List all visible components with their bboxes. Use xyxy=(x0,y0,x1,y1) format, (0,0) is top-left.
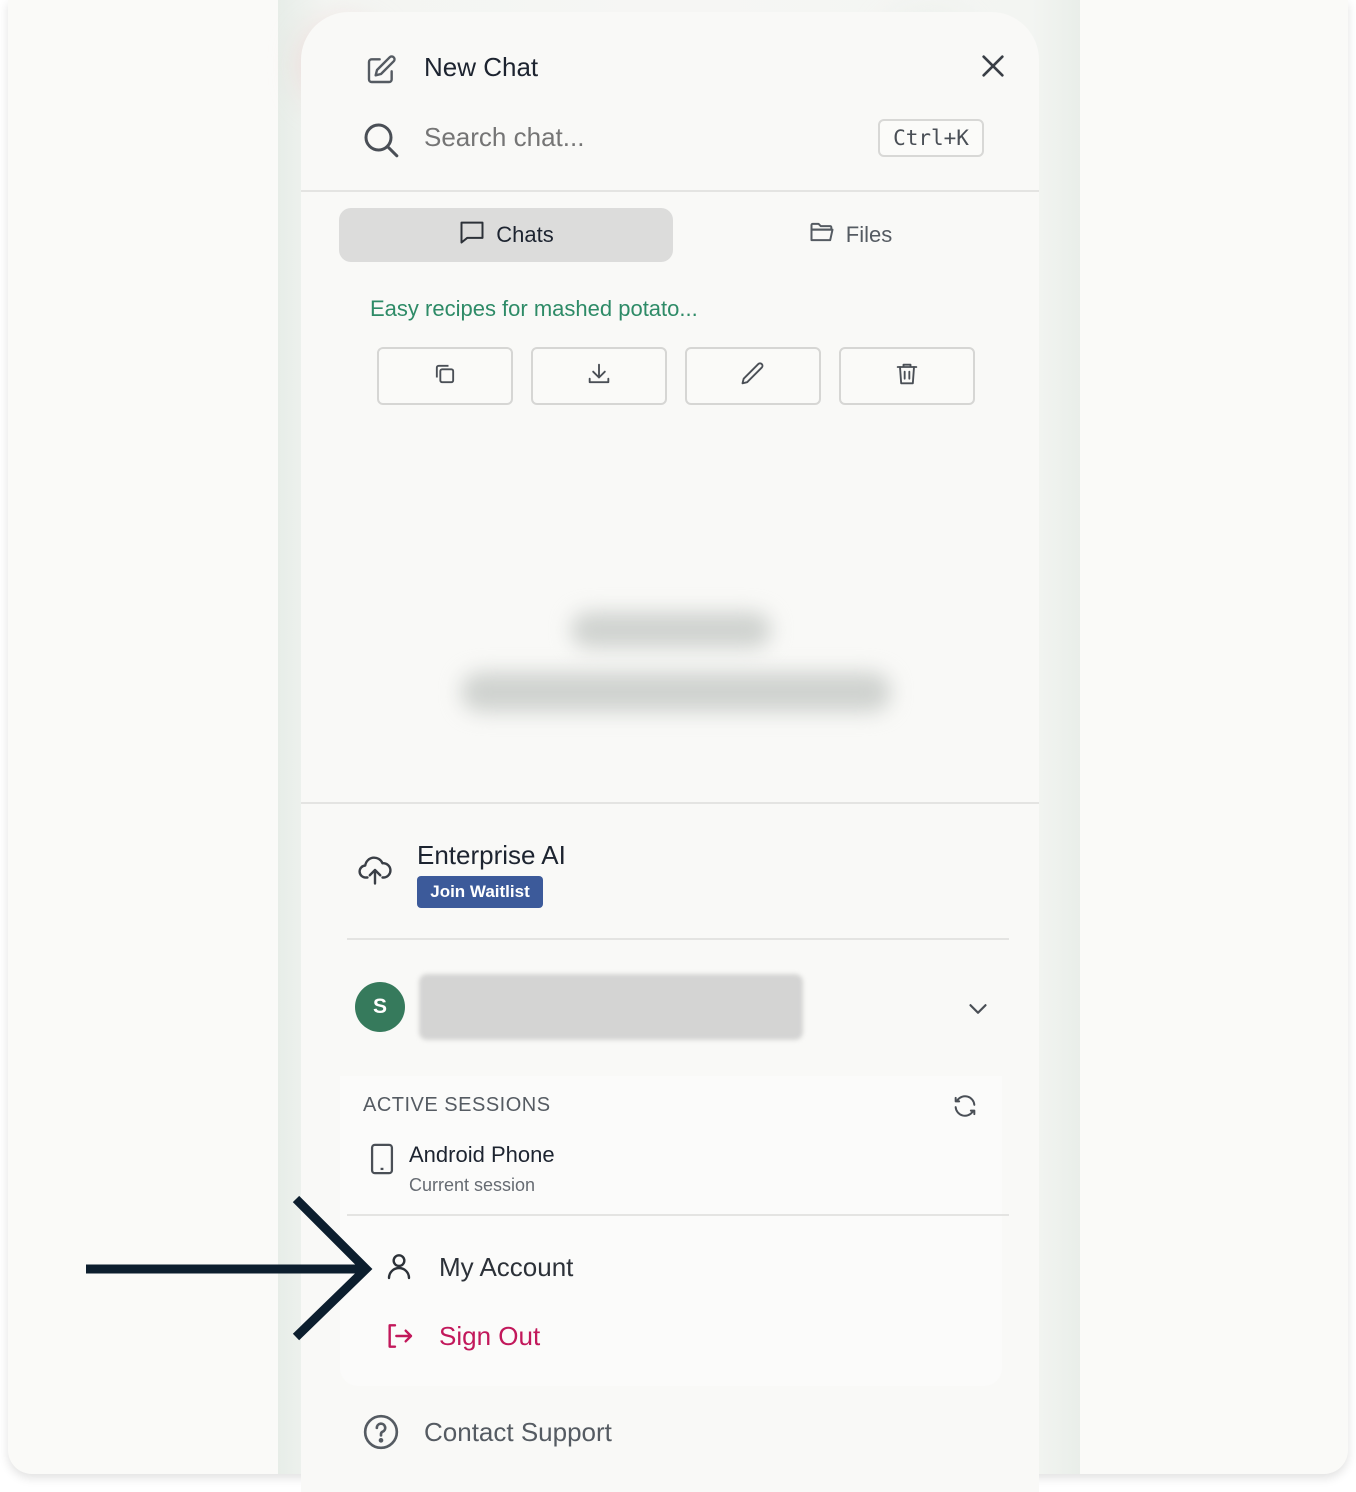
enterprise-divider xyxy=(347,938,1009,940)
active-sessions-heading: ACTIVE SESSIONS xyxy=(363,1094,551,1116)
copy-chat-button[interactable] xyxy=(377,347,513,405)
phone-icon xyxy=(367,1142,397,1176)
session-device-name: Android Phone xyxy=(409,1142,555,1167)
contact-support-link[interactable]: Contact Support xyxy=(424,1417,612,1448)
enterprise-ai-title: Enterprise AI xyxy=(417,840,566,870)
close-icon[interactable] xyxy=(977,50,1009,82)
side-drawer: New Chat Ctrl+K Chats Files E xyxy=(301,12,1039,1492)
redacted-account-name xyxy=(419,974,803,1040)
folder-icon xyxy=(808,218,836,252)
chevron-down-icon[interactable] xyxy=(963,994,993,1024)
tab-chats[interactable]: Chats xyxy=(339,208,673,262)
recent-chat-title[interactable]: Easy recipes for mashed potato... xyxy=(370,296,698,322)
copy-icon xyxy=(431,360,459,393)
search-icon xyxy=(361,120,401,160)
header-divider xyxy=(301,190,1039,192)
sessions-divider xyxy=(347,1214,1009,1216)
search-input[interactable] xyxy=(424,122,844,153)
cloud-upload-icon xyxy=(357,852,393,888)
blurred-background xyxy=(461,672,891,712)
my-account-menu-item[interactable]: My Account xyxy=(439,1252,573,1283)
tab-files-label: Files xyxy=(845,222,893,247)
sign-out-menu-item[interactable]: Sign Out xyxy=(439,1321,540,1352)
new-chat-button[interactable]: New Chat xyxy=(424,52,538,83)
shortcut-badge: Ctrl+K xyxy=(878,119,984,157)
session-status: Current session xyxy=(409,1175,536,1195)
join-waitlist-button[interactable]: Join Waitlist xyxy=(417,876,543,908)
pencil-icon xyxy=(739,360,767,393)
delete-chat-button[interactable] xyxy=(839,347,975,405)
download-icon xyxy=(585,360,613,393)
blurred-background xyxy=(571,612,771,648)
edit-icon[interactable] xyxy=(365,54,397,86)
sign-out-icon xyxy=(383,1320,415,1352)
chat-bubble-icon xyxy=(458,218,486,252)
rename-chat-button[interactable] xyxy=(685,347,821,405)
trash-icon xyxy=(893,360,921,393)
refresh-icon[interactable] xyxy=(951,1092,979,1120)
tab-files[interactable]: Files xyxy=(683,208,1017,262)
user-icon xyxy=(383,1250,415,1282)
avatar[interactable]: S xyxy=(355,982,405,1032)
footer-divider xyxy=(301,802,1039,804)
help-icon xyxy=(361,1412,401,1452)
download-chat-button[interactable] xyxy=(531,347,667,405)
tab-chats-label: Chats xyxy=(496,222,554,247)
